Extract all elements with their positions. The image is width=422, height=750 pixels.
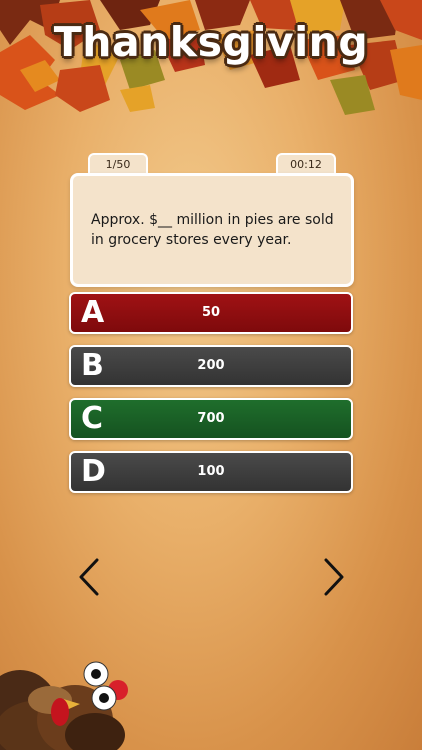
app-title: Thanksgiving	[53, 18, 369, 66]
answer-value: 700	[197, 411, 225, 426]
answer-option-c[interactable]: 700 C	[69, 398, 353, 440]
answer-letter: D	[81, 454, 106, 489]
answer-value: 50	[201, 305, 221, 320]
answer-value: 100	[197, 464, 225, 479]
answer-letter: C	[81, 401, 104, 436]
turkey-decoration	[0, 661, 128, 750]
chevron-right-icon[interactable]	[318, 557, 348, 597]
answer-option-d[interactable]: 100 D	[69, 451, 353, 493]
answer-option-b[interactable]: 200 B	[69, 345, 353, 387]
answer-value: 200	[197, 358, 225, 373]
answer-letter: B	[81, 348, 104, 383]
question-text: Approx. $__ million in pies are sold in …	[91, 212, 334, 248]
chevron-left-icon[interactable]	[75, 557, 105, 597]
answer-option-a[interactable]: 50 A	[69, 292, 353, 334]
question-card: Approx. $__ million in pies are sold in …	[70, 173, 354, 287]
answer-letter: A	[81, 295, 105, 330]
